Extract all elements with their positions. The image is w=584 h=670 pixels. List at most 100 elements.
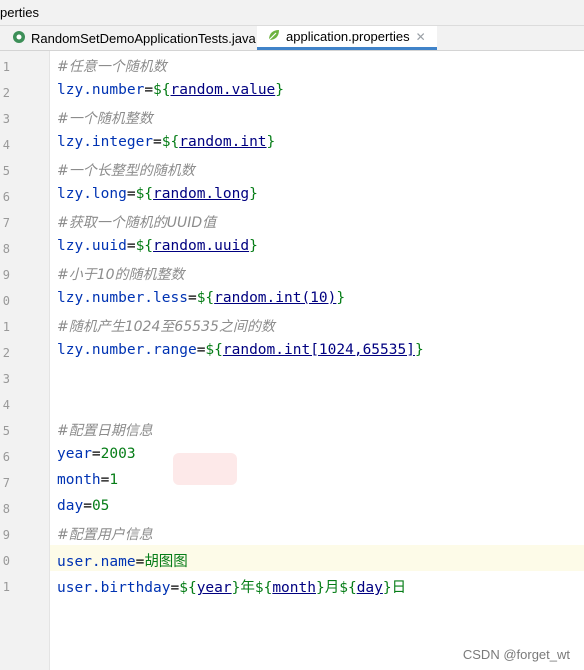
code-line[interactable]: #一个长整型的随机数 — [57, 160, 195, 180]
comment-text: #随机产生1024至65535之间的数 — [57, 319, 275, 335]
line-number: 9 — [2, 528, 10, 542]
property-key: lzy.uuid — [57, 238, 127, 254]
line-number: 7 — [2, 216, 10, 230]
placeholder-close: } — [336, 290, 346, 306]
code-line[interactable]: lzy.integer=${random.int} — [57, 134, 275, 150]
line-number: 9 — [2, 268, 10, 282]
placeholder-ref: day — [356, 580, 383, 596]
placeholder-ref: random.int(10) — [214, 290, 337, 306]
placeholder-open: ${ — [135, 238, 154, 254]
property-value: 2003 — [100, 446, 136, 462]
line-number: 3 — [2, 372, 10, 386]
placeholder-close: } — [266, 134, 276, 150]
code-line[interactable]: user.birthday=${year}年${month}月${day}日 — [57, 576, 406, 597]
java-test-icon — [12, 30, 26, 47]
literal-text: 年 — [240, 580, 255, 596]
tab-label: application.properties — [286, 29, 410, 44]
line-number: 6 — [2, 450, 10, 464]
property-key: lzy.number.range — [57, 342, 197, 358]
placeholder-ref: random.value — [170, 82, 276, 98]
placeholder-open: ${ — [196, 290, 215, 306]
placeholder-ref: year — [196, 580, 232, 596]
tab-label: RandomSetDemoApplicationTests.java — [31, 30, 256, 46]
close-icon[interactable]: ✕ — [416, 30, 426, 44]
comment-text: #一个随机整数 — [57, 111, 153, 127]
code-line[interactable]: #随机产生1024至65535之间的数 — [57, 316, 275, 336]
comment-text: #任意一个随机数 — [57, 59, 167, 75]
comment-text: #配置用户信息 — [57, 527, 153, 543]
line-number: 0 — [2, 554, 10, 568]
line-number: 5 — [2, 164, 10, 178]
code-line[interactable]: #一个随机整数 — [57, 108, 153, 128]
comment-text: #获取一个随机的UUID值 — [57, 215, 217, 231]
code-line[interactable]: #任意一个随机数 — [57, 56, 167, 76]
placeholder-ref: random.long — [153, 186, 250, 202]
line-number: 0 — [2, 294, 10, 308]
code-line[interactable]: #小于10的随机整数 — [57, 264, 185, 284]
property-key: lzy.number — [57, 82, 145, 98]
line-number: 8 — [2, 242, 10, 256]
comment-text: #配置日期信息 — [57, 423, 153, 439]
line-number: 8 — [2, 502, 10, 516]
placeholder-open: ${ — [339, 580, 357, 596]
watermark: CSDN @forget_wt — [462, 647, 570, 662]
line-number: 5 — [2, 424, 10, 438]
property-key: user.birthday — [57, 580, 171, 596]
placeholder-open: ${ — [179, 580, 197, 596]
code-line[interactable]: day=05 — [57, 498, 109, 514]
property-value: 1 — [109, 472, 119, 488]
code-line[interactable]: lzy.number.less=${random.int(10)} — [57, 290, 345, 306]
property-key: lzy.integer — [57, 134, 154, 150]
placeholder-open: ${ — [254, 580, 273, 596]
line-number: 2 — [2, 86, 10, 100]
placeholder-close: } — [249, 238, 258, 254]
code-line[interactable]: year=2003 — [57, 446, 136, 462]
property-key: month — [57, 472, 101, 488]
placeholder-close: } — [414, 342, 424, 358]
code-line[interactable]: #配置用户信息 — [57, 524, 153, 544]
placeholder-ref: random.uuid — [153, 238, 250, 254]
breadcrumb-bar: perties — [0, 0, 584, 26]
tab-randomsetdemoapplicationtests[interactable]: RandomSetDemoApplicationTests.java ✕ — [0, 26, 272, 50]
placeholder-open: ${ — [205, 342, 223, 358]
literal-text: 月 — [324, 580, 340, 596]
code-line[interactable]: lzy.uuid=${random.uuid} — [57, 238, 258, 254]
code-line[interactable]: lzy.long=${random.long} — [57, 186, 258, 202]
editor-tab-bar: RandomSetDemoApplicationTests.java ✕ app… — [0, 26, 584, 51]
placeholder-close: } — [249, 186, 258, 202]
line-number: 1 — [2, 580, 10, 594]
code-line[interactable]: lzy.number.range=${random.int[1024,65535… — [57, 342, 424, 358]
placeholder-close: } — [275, 82, 285, 98]
code-line[interactable]: month=1 — [57, 472, 118, 488]
placeholder-ref: random.int — [179, 134, 267, 150]
property-key: lzy.long — [57, 186, 127, 202]
placeholder-open: ${ — [153, 82, 171, 98]
code-line[interactable]: #配置日期信息 — [57, 420, 153, 440]
line-number: 2 — [2, 346, 10, 360]
placeholder-close: } — [382, 580, 392, 596]
line-number: 3 — [2, 112, 10, 126]
line-number: 1 — [2, 320, 10, 334]
line-number: 4 — [2, 398, 10, 412]
property-key: user.name — [57, 554, 136, 570]
placeholder-ref: month — [272, 580, 316, 596]
code-editor[interactable]: #任意一个随机数 lzy.number=${random.value} #一个随机整… — [50, 51, 584, 670]
property-value: 05 — [91, 498, 110, 514]
code-line[interactable]: lzy.number=${random.value} — [57, 82, 284, 98]
floating-toolbar[interactable] — [173, 453, 237, 485]
placeholder-close: } — [315, 580, 325, 596]
line-number: 1 — [2, 60, 10, 74]
tab-application-properties[interactable]: application.properties ✕ — [257, 26, 437, 50]
line-number: 7 — [2, 476, 10, 490]
code-line[interactable]: #获取一个随机的UUID值 — [57, 212, 216, 232]
placeholder-open: ${ — [135, 186, 154, 202]
comment-text: #一个长整型的随机数 — [57, 163, 195, 179]
code-line[interactable]: user.name=胡图图 — [57, 550, 188, 571]
property-key: year — [57, 446, 92, 462]
line-number: 4 — [2, 138, 10, 152]
property-key: day — [57, 498, 84, 514]
line-number: 6 — [2, 190, 10, 204]
placeholder-open: ${ — [161, 134, 180, 150]
literal-text: 日 — [391, 580, 407, 596]
breadcrumb[interactable]: perties — [0, 5, 39, 20]
